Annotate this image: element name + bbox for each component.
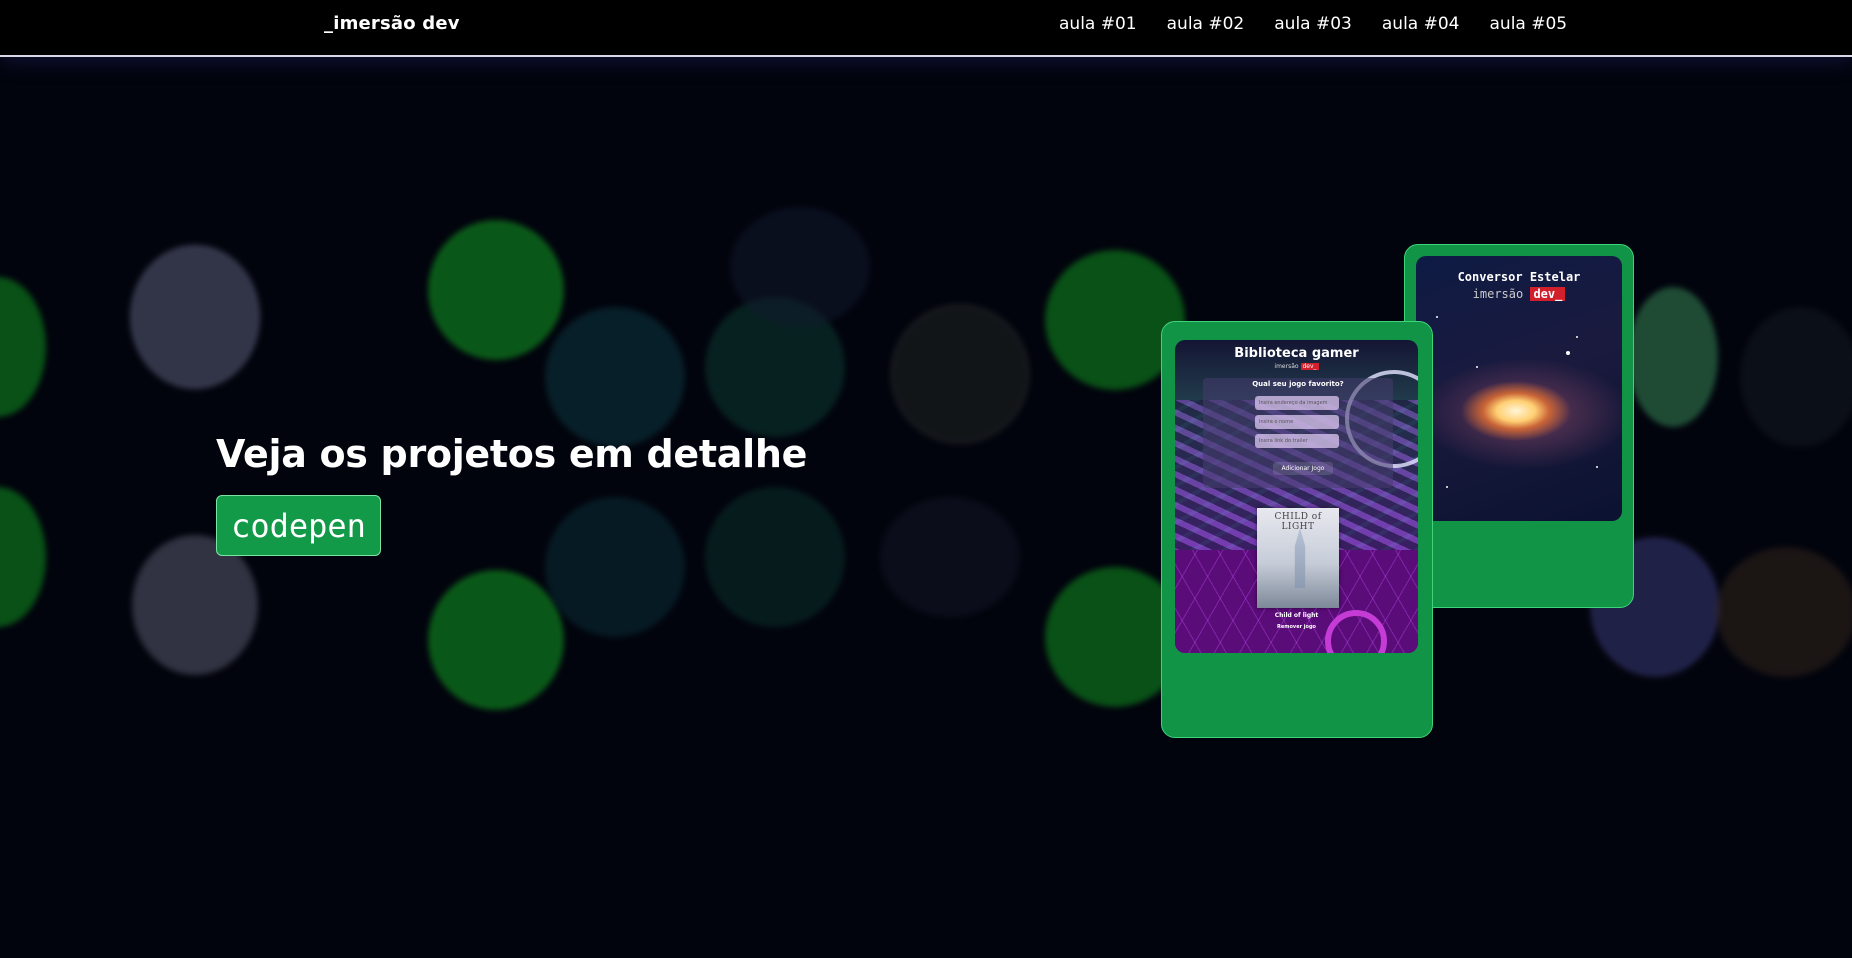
project-card-conversor-estelar[interactable]: Conversor Estelar imersão dev_ — [1404, 244, 1634, 608]
project-card-biblioteca-gamer[interactable]: Biblioteca gamer imersão dev_ Qual seu j… — [1161, 321, 1433, 738]
trailer-input: Insira link do trailer — [1255, 434, 1339, 448]
bokeh-dot — [890, 304, 1030, 444]
star-speck — [1446, 486, 1448, 488]
bokeh-dot — [428, 220, 564, 360]
remove-game-button: Remover jogo — [1277, 624, 1316, 630]
screenshot-subtitle-prefix: imersão — [1472, 287, 1524, 301]
bokeh-dot — [545, 307, 685, 447]
bokeh-dot — [132, 535, 258, 675]
bokeh-dot — [705, 487, 845, 627]
bokeh-dot — [0, 277, 46, 417]
dev-tag: dev_ — [1300, 363, 1319, 370]
hero-title: Veja os projetos em detalhe — [216, 432, 808, 476]
star-speck — [1596, 466, 1598, 468]
screenshot-subtitle: imersão dev_ — [1175, 363, 1418, 370]
project-screenshot-conversor-estelar: Conversor Estelar imersão dev_ — [1416, 256, 1622, 521]
nav-links: aula #01 aula #02 aula #03 aula #04 aula… — [1059, 14, 1567, 34]
nav-link-aula-04[interactable]: aula #04 — [1382, 14, 1460, 34]
form-question: Qual seu jogo favorito? — [1252, 380, 1344, 388]
star-speck — [1476, 366, 1478, 368]
screenshot-title: Biblioteca gamer — [1234, 346, 1359, 361]
nav-link-aula-01[interactable]: aula #01 — [1059, 14, 1137, 34]
bokeh-dot — [730, 207, 870, 327]
screenshot-subtitle: imersão dev_ — [1416, 287, 1622, 301]
bokeh-dot — [428, 570, 564, 710]
nav-link-aula-02[interactable]: aula #02 — [1167, 14, 1245, 34]
castle-graphic — [1294, 528, 1306, 588]
star-speck — [1576, 336, 1578, 338]
game-cover-image: CHILD of LIGHT — [1257, 508, 1339, 608]
bokeh-dot — [1628, 287, 1718, 427]
codepen-button[interactable]: codepen — [216, 495, 381, 556]
game-name: Child of light — [1274, 612, 1319, 619]
add-game-button: Adicionar Jogo — [1273, 462, 1333, 475]
star-speck — [1436, 316, 1438, 318]
bokeh-dot — [545, 497, 685, 637]
dev-tag: dev_ — [1530, 287, 1566, 301]
bokeh-dot — [130, 245, 260, 389]
bokeh-dot — [1716, 547, 1852, 677]
bokeh-dot — [0, 487, 46, 627]
star-speck — [1566, 351, 1570, 355]
cover-title: CHILD of LIGHT — [1274, 512, 1322, 532]
bokeh-dot — [880, 497, 1020, 617]
game-form-panel: Qual seu jogo favorito? Insira endereço … — [1203, 378, 1393, 488]
project-screenshot-biblioteca-gamer: Biblioteca gamer imersão dev_ Qual seu j… — [1175, 340, 1418, 653]
screenshot-subtitle-prefix: imersão — [1274, 363, 1299, 370]
bokeh-dot — [1740, 307, 1852, 447]
nav-link-aula-03[interactable]: aula #03 — [1274, 14, 1352, 34]
name-input: Insira o nome — [1255, 415, 1339, 429]
top-navbar: _imersão dev aula #01 aula #02 aula #03 … — [0, 0, 1852, 57]
brand-logo-link[interactable]: _imersão dev — [324, 13, 460, 34]
nav-link-aula-05[interactable]: aula #05 — [1490, 14, 1568, 34]
screenshot-title: Conversor Estelar — [1457, 270, 1581, 284]
image-url-input: Insira endereço da imagem — [1255, 396, 1339, 410]
